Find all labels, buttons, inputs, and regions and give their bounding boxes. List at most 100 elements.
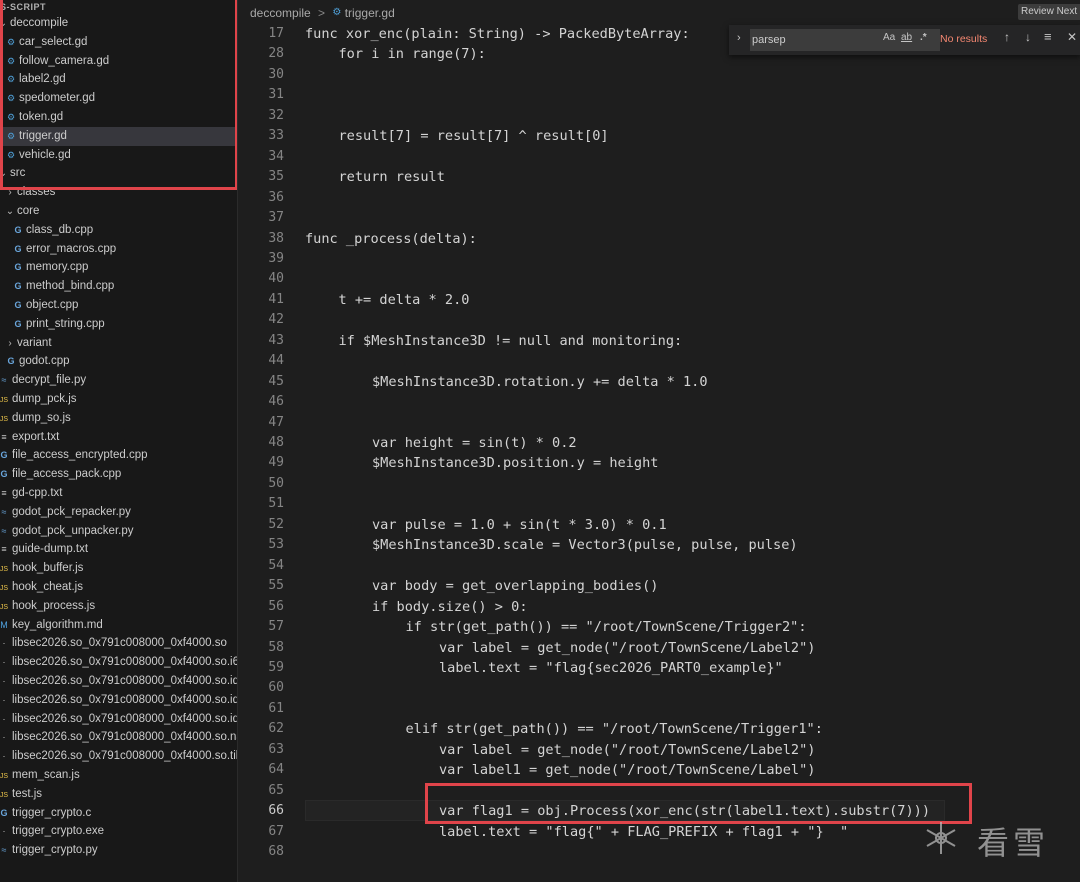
- code-line[interactable]: elif str(get_path()) == "/root/TownScene…: [406, 719, 823, 739]
- tree-file[interactable]: Gmemory.cpp: [12, 258, 88, 277]
- tree-file[interactable]: ≡ gd-cpp.txt: [0, 484, 63, 503]
- tree-file[interactable]: ≡ export.txt: [0, 428, 59, 447]
- tree-file[interactable]: Gfile_access_pack.cpp: [0, 465, 121, 484]
- tree-item-label: memory.cpp: [26, 261, 89, 274]
- find-in-selection-icon[interactable]: ≡: [1044, 29, 1052, 44]
- highlight-box-code: [425, 783, 972, 824]
- tree-item-label: key_algorithm.md: [12, 618, 103, 631]
- bin-file-icon: ·: [2, 638, 6, 649]
- line-number: 54: [268, 557, 284, 573]
- code-line[interactable]: if str(get_path()) == "/root/TownScene/T…: [406, 617, 807, 637]
- chevron-down-icon[interactable]: ⌄: [5, 202, 15, 221]
- tree-file[interactable]: Gfile_access_encrypted.cpp: [0, 446, 147, 465]
- line-number: 44: [268, 353, 284, 369]
- code-line[interactable]: if $MeshInstance3D != null and monitorin…: [339, 331, 683, 351]
- chevron-right-icon[interactable]: ›: [5, 334, 15, 353]
- tree-item-label: gd-cpp.txt: [12, 487, 63, 499]
- tree-file[interactable]: Ggodot.cpp: [5, 352, 69, 371]
- tree-file[interactable]: · libsec2026.so_0x791c008000_0xf4000.so: [0, 634, 227, 653]
- tree-file[interactable]: · libsec2026.so_0x791c008000_0xf4000.so.i…: [0, 691, 238, 710]
- line-number: 49: [268, 455, 284, 471]
- code-line[interactable]: var label = get_node("/root/TownScene/La…: [439, 740, 815, 760]
- code-line[interactable]: $MeshInstance3D.rotation.y += delta * 1.…: [372, 372, 708, 392]
- tree-file[interactable]: JS mem_scan.js: [0, 766, 80, 785]
- tree-file[interactable]: ≈ trigger_crypto.py: [0, 841, 98, 860]
- tree-folder[interactable]: › variant: [5, 334, 51, 353]
- tree-item-label: trigger_crypto.c: [12, 806, 92, 819]
- next-match-icon[interactable]: ↓: [1025, 30, 1031, 44]
- line-number: 43: [268, 332, 284, 348]
- tree-file[interactable]: Mkey_algorithm.md: [0, 616, 103, 635]
- tree-file[interactable]: ≡ guide-dump.txt: [0, 540, 88, 559]
- cpp-file-icon: G: [14, 262, 22, 273]
- breadcrumb-file[interactable]: trigger.gd: [345, 6, 395, 20]
- tree-file[interactable]: · trigger_crypto.exe: [0, 822, 105, 841]
- code-line[interactable]: result[7] = result[7] ^ result[0]: [339, 126, 609, 146]
- toggle-replace-chevron-icon[interactable]: ›: [737, 32, 741, 44]
- tree-file[interactable]: JS test.js: [0, 785, 42, 804]
- code-line[interactable]: for i in range(7):: [339, 44, 486, 64]
- tree-file[interactable]: JS hook_process.js: [0, 597, 95, 616]
- txt-file-icon: ≡: [1, 431, 7, 442]
- cpp-file-icon: G: [14, 281, 22, 292]
- code-line[interactable]: var body = get_overlapping_bodies(): [372, 576, 658, 596]
- match-case-button[interactable]: Aa: [883, 32, 895, 43]
- tree-file[interactable]: Gprint_string.cpp: [12, 315, 104, 334]
- tree-item-label: trigger_crypto.exe: [12, 825, 105, 838]
- code-line[interactable]: return result: [339, 167, 445, 187]
- py-file-icon: ≈: [1, 506, 7, 517]
- tree-file[interactable]: Gtrigger_crypto.c: [0, 804, 91, 823]
- line-number: 32: [268, 107, 284, 123]
- code-line[interactable]: $MeshInstance3D.scale = Vector3(pulse, p…: [372, 535, 798, 555]
- find-widget: › Aa ab .* No results ↑ ↓ ≡ ✕: [729, 25, 1080, 55]
- line-number: 28: [268, 46, 284, 62]
- code-line[interactable]: $MeshInstance3D.position.y = height: [372, 453, 658, 473]
- match-whole-word-button[interactable]: ab: [901, 32, 912, 43]
- line-number: 51: [268, 496, 284, 512]
- tree-file[interactable]: · libsec2026.so_0x791c008000_0xf4000.so.n…: [0, 728, 238, 747]
- tree-item-label: class_db.cpp: [26, 223, 94, 236]
- breadcrumb-folder[interactable]: deccompile: [250, 6, 311, 20]
- use-regex-button[interactable]: .*: [920, 32, 927, 43]
- line-number: 52: [268, 516, 284, 532]
- code-editor[interactable]: 17 func xor_enc(plain: String) -> PackedB…: [238, 22, 1080, 882]
- watermark-text: 看雪: [977, 824, 1050, 862]
- code-line[interactable]: func xor_enc(plain: String) -> PackedByt…: [305, 24, 690, 44]
- gd-file-icon: ⚙: [332, 6, 342, 18]
- close-find-icon[interactable]: ✕: [1067, 30, 1077, 44]
- code-line[interactable]: var label = get_node("/root/TownScene/La…: [439, 638, 815, 658]
- tree-file[interactable]: Gmethod_bind.cpp: [12, 277, 114, 296]
- tree-file[interactable]: Gobject.cpp: [12, 296, 78, 315]
- code-line[interactable]: var height = sin(t) * 0.2: [372, 433, 577, 453]
- code-line[interactable]: var pulse = 1.0 + sin(t * 3.0) * 0.1: [372, 515, 667, 535]
- tree-file[interactable]: ≈ godot_pck_unpacker.py: [0, 522, 134, 541]
- tree-file[interactable]: · libsec2026.so_0x791c008000_0xf4000.so.i…: [0, 710, 238, 729]
- js-file-icon: JS: [0, 415, 9, 423]
- tree-file[interactable]: JS dump_pck.js: [0, 390, 77, 409]
- tree-file[interactable]: ≈ decrypt_file.py: [0, 371, 87, 390]
- code-line[interactable]: t += delta * 2.0: [339, 290, 470, 310]
- tree-item-label: method_bind.cpp: [26, 280, 115, 293]
- tree-file[interactable]: · libsec2026.so_0x791c008000_0xf4000.so.i…: [0, 653, 238, 672]
- code-line[interactable]: label.text = "flag{sec2026_PART0_example…: [439, 658, 783, 678]
- tree-file[interactable]: · libsec2026.so_0x791c008000_0xf4000.so.i…: [0, 672, 238, 691]
- tree-file[interactable]: · libsec2026.so_0x791c008000_0xf4000.so.t…: [0, 747, 238, 766]
- py-file-icon: ≈: [1, 375, 7, 386]
- code-line[interactable]: var label1 = get_node("/root/TownScene/L…: [439, 760, 815, 780]
- code-line[interactable]: label.text = "flag{" + FLAG_PREFIX + fla…: [439, 822, 848, 842]
- tree-item-label: test.js: [12, 787, 43, 800]
- tree-folder[interactable]: ⌄ core: [5, 202, 40, 221]
- tree-file[interactable]: Gerror_macros.cpp: [12, 240, 116, 259]
- cpp-file-icon: G: [14, 243, 22, 254]
- tree-file[interactable]: Gclass_db.cpp: [12, 221, 93, 240]
- code-line[interactable]: func _process(delta):: [305, 229, 477, 249]
- tree-file[interactable]: JS dump_so.js: [0, 409, 71, 428]
- review-next-button[interactable]: Review Next F: [1018, 4, 1080, 20]
- code-line[interactable]: if body.size() > 0:: [372, 597, 528, 617]
- txt-file-icon: ≡: [1, 544, 7, 555]
- previous-match-icon[interactable]: ↑: [1004, 30, 1010, 44]
- tree-file[interactable]: JS hook_cheat.js: [0, 578, 83, 597]
- tree-file[interactable]: ≈ godot_pck_repacker.py: [0, 503, 131, 522]
- tree-file[interactable]: JS hook_buffer.js: [0, 559, 83, 578]
- py-file-icon: ≈: [1, 845, 7, 856]
